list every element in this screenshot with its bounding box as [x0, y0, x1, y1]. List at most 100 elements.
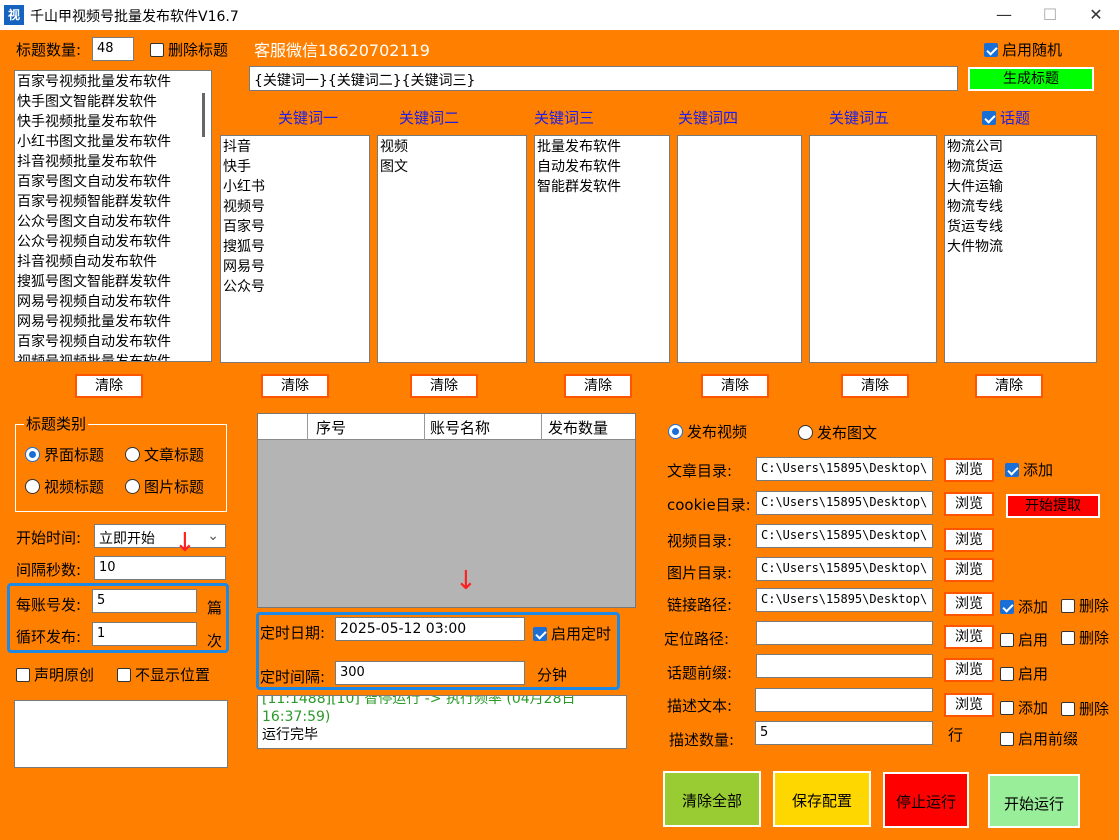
list-item[interactable]: 图文 — [380, 157, 524, 177]
desc-text-browse-button[interactable]: 浏览 — [944, 693, 994, 717]
locate-path-input[interactable] — [756, 621, 933, 645]
keyword3-listbox[interactable]: 批量发布软件 自动发布软件 智能群发软件 — [534, 135, 670, 363]
start-extract-button[interactable]: 开始提取 — [1006, 494, 1100, 518]
list-item[interactable]: 抖音 — [223, 137, 367, 157]
list-item[interactable]: 快手图文智能群发软件 — [17, 92, 209, 112]
video-dir-browse-button[interactable]: 浏览 — [944, 528, 994, 552]
radio-article-title[interactable]: 文章标题 — [125, 444, 204, 465]
topic-checkbox[interactable]: 话题 — [982, 107, 1030, 128]
list-item[interactable]: 物流货运 — [947, 157, 1094, 177]
list-item[interactable]: 网易号视频自动发布软件 — [17, 292, 209, 312]
list-item[interactable]: 百家号视频智能群发软件 — [17, 192, 209, 212]
list-item[interactable]: 百家号视频自动发布软件 — [17, 332, 209, 352]
account-table[interactable]: 序号 账号名称 发布数量 — [257, 413, 636, 608]
link-delete-checkbox[interactable]: 删除 — [1061, 595, 1109, 616]
save-config-button[interactable]: 保存配置 — [773, 771, 871, 827]
clear-keyword4-button[interactable]: 清除 — [701, 374, 769, 398]
list-item[interactable]: 百家号图文自动发布软件 — [17, 172, 209, 192]
radio-publish-video[interactable]: 发布视频 — [668, 421, 747, 442]
list-item[interactable]: 物流公司 — [947, 137, 1094, 157]
col-index-header[interactable]: 序号 — [316, 417, 346, 438]
locate-path-browse-button[interactable]: 浏览 — [944, 625, 994, 649]
image-dir-browse-button[interactable]: 浏览 — [944, 558, 994, 582]
stop-run-button[interactable]: 停止运行 — [883, 772, 969, 828]
list-item[interactable]: 百家号视频批量发布软件 — [17, 72, 209, 92]
list-item[interactable]: 批量发布软件 — [537, 137, 667, 157]
generate-title-button[interactable]: 生成标题 — [968, 67, 1094, 91]
article-dir-input[interactable]: C:\Users\15895\Desktop\ — [756, 457, 933, 481]
cookie-dir-browse-button[interactable]: 浏览 — [944, 492, 994, 516]
start-run-button[interactable]: 开始运行 — [988, 774, 1080, 828]
list-item[interactable]: 网易号 — [223, 257, 367, 277]
clear-keyword5-button[interactable]: 清除 — [841, 374, 909, 398]
keyword5-listbox[interactable] — [809, 135, 937, 363]
close-button[interactable]: ✕ — [1073, 0, 1119, 30]
enable-random-checkbox[interactable]: 启用随机 — [984, 39, 1062, 60]
desc-add-checkbox[interactable]: 添加 — [1000, 697, 1048, 718]
clear-keyword1-button[interactable]: 清除 — [261, 374, 329, 398]
col-count-header[interactable]: 发布数量 — [548, 417, 608, 438]
enable-prefix-checkbox[interactable]: 启用前缀 — [1000, 728, 1078, 749]
image-dir-input[interactable]: C:\Users\15895\Desktop\ — [756, 557, 933, 581]
list-item[interactable]: 大件物流 — [947, 237, 1094, 257]
radio-image-title[interactable]: 图片标题 — [125, 476, 204, 497]
video-dir-input[interactable]: C:\Users\15895\Desktop\ — [756, 524, 933, 548]
list-item[interactable]: 网易号视频批量发布软件 — [17, 312, 209, 332]
hide-location-checkbox[interactable]: 不显示位置 — [117, 664, 210, 685]
list-item[interactable]: 小红书图文批量发布软件 — [17, 132, 209, 152]
list-item[interactable]: 智能群发软件 — [537, 177, 667, 197]
maximize-button[interactable]: ☐ — [1027, 0, 1073, 30]
schedule-interval-input[interactable]: 300 — [335, 661, 525, 685]
notes-textbox[interactable] — [14, 700, 228, 768]
list-item[interactable]: 视频号 — [223, 197, 367, 217]
article-dir-browse-button[interactable]: 浏览 — [944, 458, 994, 482]
minimize-button[interactable]: — — [981, 0, 1027, 30]
list-item[interactable]: 视频 — [380, 137, 524, 157]
list-item[interactable]: 公众号视频自动发布软件 — [17, 232, 209, 252]
keyword2-listbox[interactable]: 视频 图文 — [377, 135, 527, 363]
loop-publish-input[interactable]: 1 — [92, 622, 197, 646]
link-path-browse-button[interactable]: 浏览 — [944, 592, 994, 616]
locate-delete-checkbox[interactable]: 删除 — [1061, 627, 1109, 648]
enable-schedule-checkbox[interactable]: 启用定时 — [533, 623, 611, 644]
list-item[interactable]: 公众号图文自动发布软件 — [17, 212, 209, 232]
list-item[interactable]: 小红书 — [223, 177, 367, 197]
list-item[interactable]: 快手 — [223, 157, 367, 177]
title-template-input[interactable]: {关键词一}{关键词二}{关键词三} — [249, 66, 958, 91]
list-item[interactable]: 自动发布软件 — [537, 157, 667, 177]
list-item[interactable]: 搜狐号 — [223, 237, 367, 257]
clear-topic-button[interactable]: 清除 — [975, 374, 1043, 398]
desc-text-input[interactable] — [755, 688, 933, 712]
locate-enable-checkbox[interactable]: 启用 — [1000, 629, 1048, 650]
clear-keyword2-button[interactable]: 清除 — [410, 374, 478, 398]
link-add-checkbox[interactable]: 添加 — [1000, 596, 1048, 617]
list-item[interactable]: 大件运输 — [947, 177, 1094, 197]
list-item[interactable]: 百家号 — [223, 217, 367, 237]
clear-all-button[interactable]: 清除全部 — [663, 771, 761, 827]
radio-video-title[interactable]: 视频标题 — [25, 476, 104, 497]
topic-prefix-input[interactable] — [756, 654, 933, 678]
title-count-input[interactable]: 48 — [92, 37, 134, 61]
delete-title-checkbox[interactable]: 删除标题 — [150, 39, 228, 60]
list-item[interactable]: 公众号 — [223, 277, 367, 297]
interval-seconds-input[interactable]: 10 — [94, 556, 226, 580]
link-path-input[interactable]: C:\Users\15895\Desktop\ — [756, 588, 933, 612]
list-item[interactable]: 货运专线 — [947, 217, 1094, 237]
radio-ui-title[interactable]: 界面标题 — [25, 444, 104, 465]
keyword4-listbox[interactable] — [677, 135, 802, 363]
col-account-header[interactable]: 账号名称 — [430, 417, 490, 438]
desc-count-input[interactable]: 5 — [755, 721, 933, 745]
list-item[interactable]: 视频号视频批量发布软件 — [17, 352, 209, 361]
clear-keyword3-button[interactable]: 清除 — [564, 374, 632, 398]
article-add-checkbox[interactable]: 添加 — [1005, 459, 1053, 480]
declare-original-checkbox[interactable]: 声明原创 — [16, 664, 94, 685]
list-item[interactable]: 物流专线 — [947, 197, 1094, 217]
desc-delete-checkbox[interactable]: 删除 — [1061, 698, 1109, 719]
list-item[interactable]: 快手视频批量发布软件 — [17, 112, 209, 132]
topic-listbox[interactable]: 物流公司 物流货运 大件运输 物流专线 货运专线 大件物流 — [944, 135, 1097, 363]
list-item[interactable]: 搜狐号图文智能群发软件 — [17, 272, 209, 292]
keyword1-listbox[interactable]: 抖音 快手 小红书 视频号 百家号 搜狐号 网易号 公众号 — [220, 135, 370, 363]
per-account-input[interactable]: 5 — [92, 589, 197, 613]
topic-prefix-enable-checkbox[interactable]: 启用 — [1000, 663, 1048, 684]
clear-titles-button[interactable]: 清除 — [75, 374, 143, 398]
